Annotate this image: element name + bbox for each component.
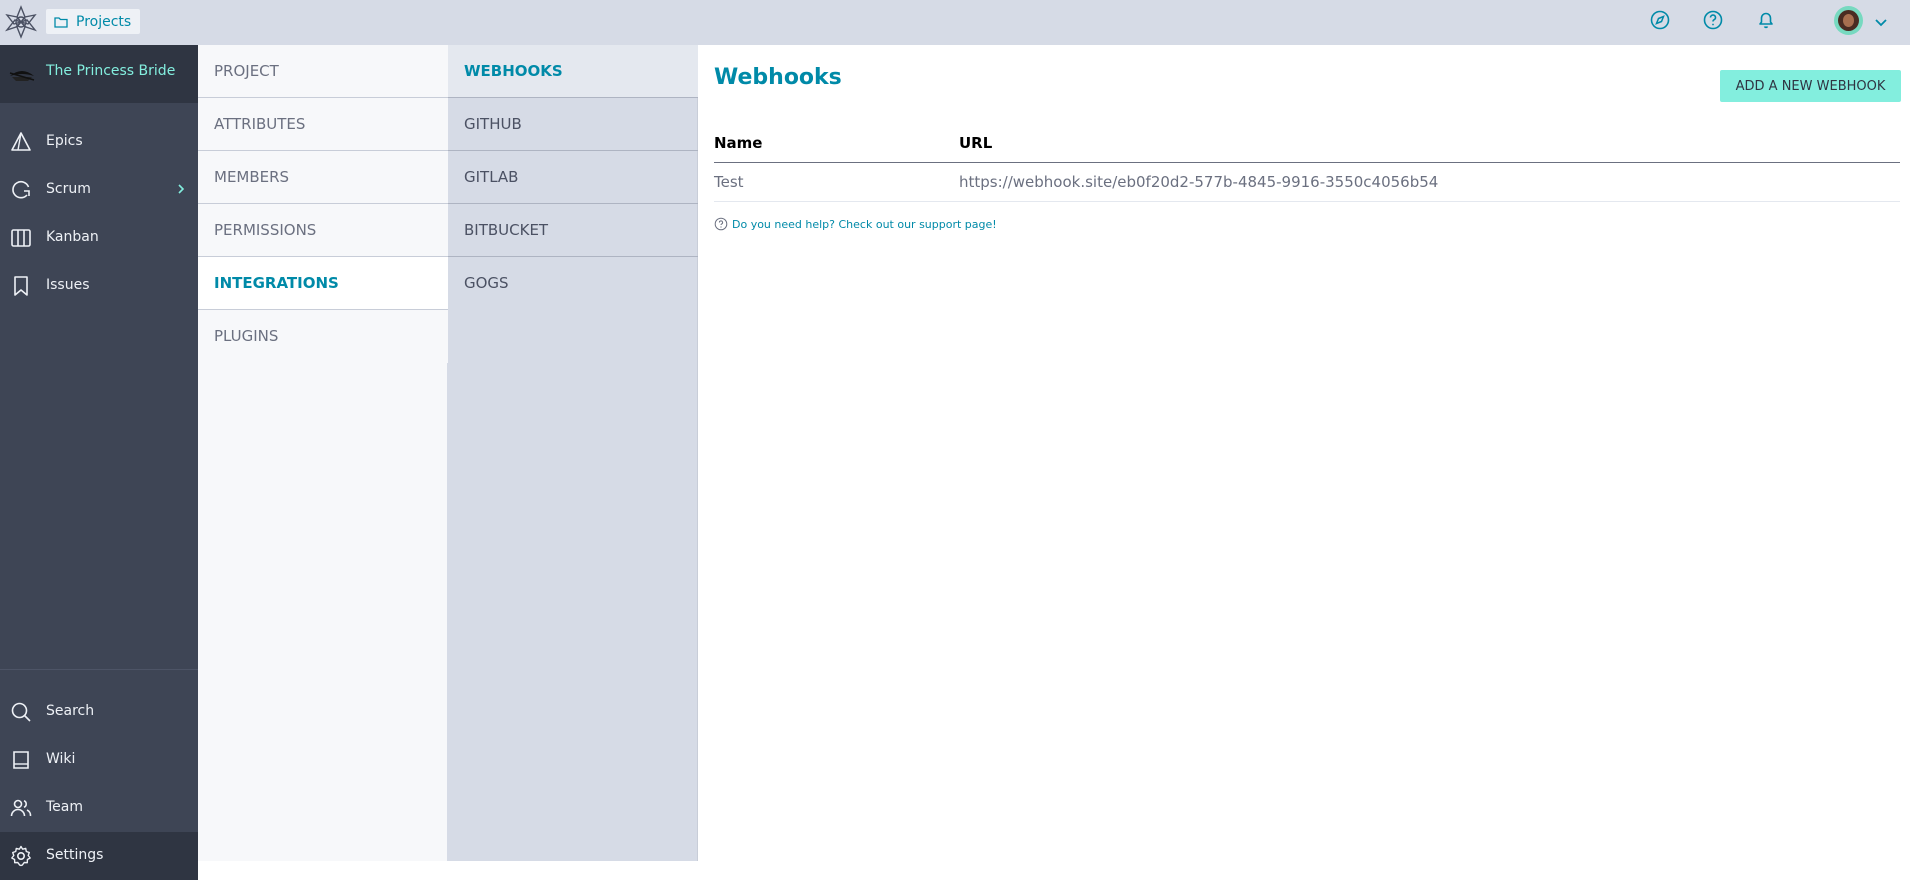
table-header-name: Name — [714, 134, 763, 152]
integrations-item-label: GITLAB — [464, 168, 519, 186]
projects-label: Projects — [76, 13, 132, 30]
issues-icon — [14, 276, 28, 296]
epics-icon — [11, 132, 31, 151]
sidebar-item-settings[interactable]: Settings — [0, 832, 198, 880]
sidebar-item-label: Epics — [46, 133, 83, 149]
table-header-url: URL — [959, 134, 993, 152]
settings-item-label: ATTRIBUTES — [214, 115, 306, 133]
sidebar-item-wiki[interactable]: Wiki — [0, 736, 198, 784]
add-webhook-button[interactable]: ADD A NEW WEBHOOK — [1720, 70, 1901, 102]
support-link[interactable]: Do you need help? Check out our support … — [714, 217, 997, 231]
page-title: Webhooks — [714, 65, 842, 90]
sidebar-item-label: Team — [46, 799, 84, 815]
settings-item-integrations[interactable]: INTEGRATIONS — [198, 257, 448, 310]
search-icon — [11, 702, 31, 722]
bell-icon[interactable] — [1755, 9, 1777, 31]
settings-item-project[interactable]: PROJECT — [198, 45, 448, 98]
integrations-item-bitbucket[interactable]: BITBUCKET — [448, 204, 698, 257]
chevron-down-icon[interactable] — [1874, 15, 1888, 29]
sidebar-item-team[interactable]: Team — [0, 784, 198, 832]
sidebar-item-scrum[interactable]: Scrum — [0, 166, 198, 214]
settings-item-attributes[interactable]: ATTRIBUTES — [198, 98, 448, 151]
support-link-text: Do you need help? Check out our support … — [732, 217, 997, 231]
table-header-divider — [714, 162, 1900, 163]
integrations-item-label: GOGS — [464, 274, 509, 292]
logo-icon[interactable] — [4, 3, 38, 41]
integrations-item-gogs[interactable]: GOGS — [448, 257, 698, 310]
help-icon — [714, 217, 728, 231]
team-icon — [10, 799, 32, 817]
sidebar-item-issues[interactable]: Issues — [0, 262, 198, 310]
wiki-icon — [13, 751, 29, 769]
settings-item-label: PLUGINS — [214, 327, 279, 345]
sidebar-item-label: Wiki — [46, 751, 76, 767]
sidebar-item-epics[interactable]: Epics — [0, 118, 198, 166]
sidebar: The Princess Bride Epics Scrum Kanban Is… — [0, 45, 198, 880]
integrations-item-label: BITBUCKET — [464, 221, 549, 239]
settings-item-plugins[interactable]: PLUGINS — [198, 310, 448, 363]
integrations-item-label: WEBHOOKS — [464, 62, 563, 80]
sidebar-item-label: Search — [46, 703, 95, 719]
sidebar-item-search[interactable]: Search — [0, 688, 198, 736]
chevron-right-icon[interactable] — [175, 183, 187, 195]
projects-button[interactable]: Projects — [46, 9, 141, 34]
sidebar-item-kanban[interactable]: Kanban — [0, 214, 198, 262]
settings-item-label: INTEGRATIONS — [214, 274, 339, 292]
settings-item-label: PROJECT — [214, 62, 279, 80]
project-logo-icon — [9, 71, 35, 81]
top-bar: Projects — [0, 0, 1910, 45]
settings-item-members[interactable]: MEMBERS — [198, 151, 448, 204]
table-row-divider — [714, 201, 1900, 202]
sidebar-item-label: Issues — [46, 277, 90, 293]
folder-icon — [54, 16, 68, 28]
integrations-item-label: GITHUB — [464, 115, 522, 133]
sidebar-project[interactable]: The Princess Bride — [0, 45, 198, 103]
gear-icon — [11, 845, 31, 867]
project-name: The Princess Bride — [46, 63, 176, 79]
settings-menu: PROJECT ATTRIBUTES MEMBERS PERMISSIONS I… — [198, 45, 448, 861]
help-icon[interactable] — [1702, 9, 1724, 31]
sidebar-item-label: Scrum — [46, 181, 91, 197]
settings-item-label: PERMISSIONS — [214, 221, 317, 239]
sidebar-item-label: Kanban — [46, 229, 99, 245]
integrations-menu: WEBHOOKS GITHUB GITLAB BITBUCKET GOGS — [448, 45, 698, 861]
compass-icon[interactable] — [1649, 9, 1671, 31]
scrum-icon — [12, 180, 30, 199]
settings-item-permissions[interactable]: PERMISSIONS — [198, 204, 448, 257]
main-content: Webhooks ADD A NEW WEBHOOK Name URL Test… — [698, 45, 1910, 861]
webhook-url: https://webhook.site/eb0f20d2-577b-4845-… — [959, 173, 1439, 191]
integrations-item-gitlab[interactable]: GITLAB — [448, 151, 698, 204]
avatar[interactable] — [1834, 6, 1863, 35]
kanban-icon — [11, 229, 31, 247]
integrations-item-github[interactable]: GITHUB — [448, 98, 698, 151]
sidebar-divider — [0, 669, 198, 670]
settings-item-label: MEMBERS — [214, 168, 290, 186]
integrations-item-webhooks[interactable]: WEBHOOKS — [448, 45, 698, 98]
webhook-name: Test — [714, 173, 744, 191]
